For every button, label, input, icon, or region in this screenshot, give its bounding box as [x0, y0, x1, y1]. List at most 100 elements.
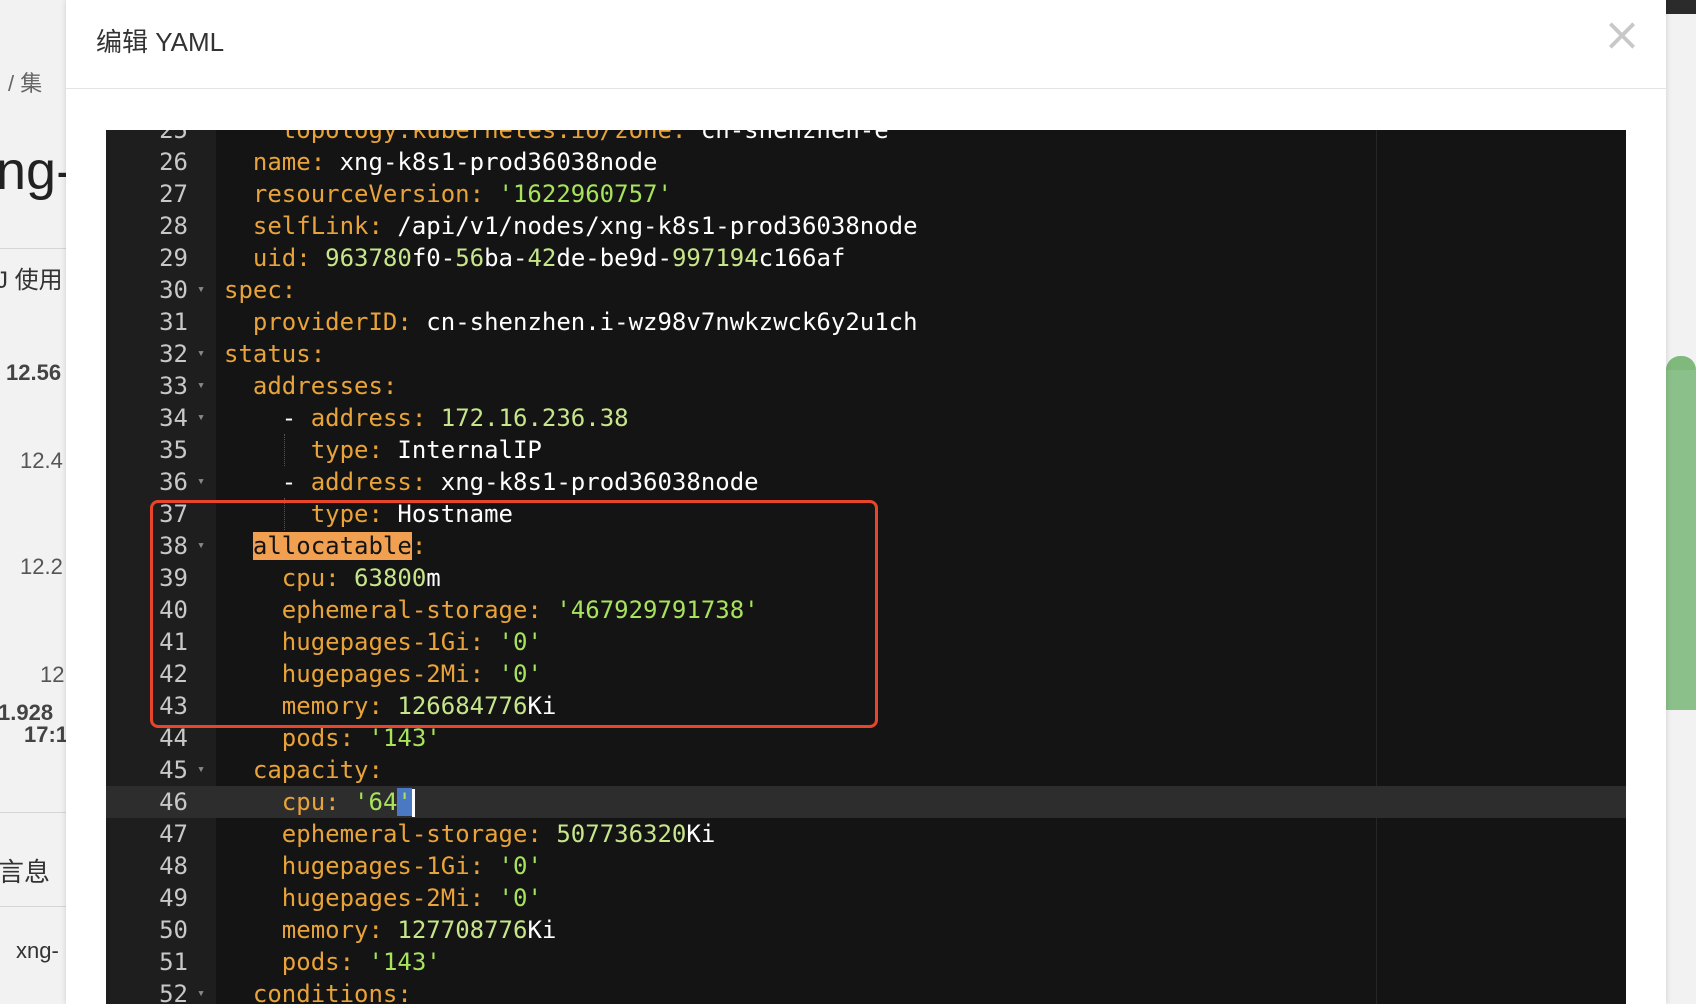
- code-line[interactable]: 30 ▾ spec:: [106, 274, 1626, 306]
- yaml-value: xng-k8s1-prod36038node: [426, 468, 759, 496]
- yaml-value: 56: [455, 244, 485, 272]
- yaml-value: '0': [484, 852, 542, 880]
- fold-toggle-icon[interactable]: ▾: [194, 754, 208, 786]
- code-line[interactable]: 52 ▾ conditions:: [106, 978, 1626, 1004]
- code-line[interactable]: 27 resourceVersion: '1622960757': [106, 178, 1626, 210]
- code-line[interactable]: 29 uid: 963780f0-56ba-42de-be9d-997194c16…: [106, 242, 1626, 274]
- line-number: 47: [159, 820, 188, 848]
- code-text: resourceVersion: '1622960757': [253, 178, 672, 210]
- yaml-value: Ki: [527, 692, 557, 720]
- yaml-value: 42: [527, 244, 557, 272]
- code-text: - address: xng-k8s1-prod36038node: [282, 466, 759, 498]
- code-line[interactable]: 42 hugepages-2Mi: '0': [106, 658, 1626, 690]
- line-number: 38: [159, 532, 188, 560]
- code-lines[interactable]: 25 topology.kubernetes.io/zone: cn-shenzh…: [106, 130, 1626, 1004]
- modal-title: 编辑 YAML: [96, 27, 225, 57]
- line-number: 27: [159, 180, 188, 208]
- code-line[interactable]: 34 ▾ - address: 172.16.236.38: [106, 402, 1626, 434]
- code-text: ephemeral-storage: 507736320Ki: [282, 818, 716, 850]
- yaml-value: Ki: [686, 820, 716, 848]
- line-number: 51: [159, 948, 188, 976]
- yaml-value: 963780: [310, 244, 412, 272]
- line-number: 34: [159, 404, 188, 432]
- code-line[interactable]: 40 ephemeral-storage: '467929791738': [106, 594, 1626, 626]
- line-number: 29: [159, 244, 188, 272]
- chart-tick-label: 12.4: [20, 448, 63, 473]
- line-number: 43: [159, 692, 188, 720]
- yaml-code-editor[interactable]: 25 topology.kubernetes.io/zone: cn-shenzh…: [106, 130, 1626, 1004]
- fold-toggle-icon[interactable]: ▾: [194, 402, 208, 434]
- fold-toggle-icon[interactable]: ▾: [194, 370, 208, 402]
- code-line[interactable]: 41 hugepages-1Gi: '0': [106, 626, 1626, 658]
- code-line[interactable]: 45 ▾ capacity:: [106, 754, 1626, 786]
- code-text: hugepages-1Gi: '0': [282, 626, 542, 658]
- code-text: hugepages-1Gi: '0': [282, 850, 542, 882]
- yaml-value: 126684776: [382, 692, 528, 720]
- yaml-value: '0': [484, 660, 542, 688]
- modal-header: 编辑 YAML ×: [66, 0, 1666, 89]
- code-line[interactable]: 36 ▾ - address: xng-k8s1-prod36038node: [106, 466, 1626, 498]
- line-number: 39: [159, 564, 188, 592]
- code-line[interactable]: 35 type: InternalIP: [106, 434, 1626, 466]
- close-icon[interactable]: ×: [1600, 11, 1644, 57]
- yaml-value: InternalIP: [382, 436, 542, 464]
- code-line[interactable]: 26 name: xng-k8s1-prod36038node: [106, 146, 1626, 178]
- text-caret: [411, 789, 415, 817]
- code-line[interactable]: 31 providerID: cn-shenzhen.i-wz98v7nwkzwc…: [106, 306, 1626, 338]
- code-line[interactable]: 33 ▾ addresses:: [106, 370, 1626, 402]
- code-line[interactable]: 46 cpu: '64': [106, 786, 1626, 818]
- fold-toggle-icon[interactable]: ▾: [194, 466, 208, 498]
- code-text: addresses:: [253, 370, 398, 402]
- line-number: 25: [159, 130, 188, 144]
- line-number: 48: [159, 852, 188, 880]
- divider: [0, 812, 70, 813]
- chart-time-label: 17:1: [24, 722, 69, 747]
- selected-text: ': [397, 788, 412, 816]
- code-line[interactable]: 25 topology.kubernetes.io/zone: cn-shenzh…: [106, 130, 1626, 146]
- yaml-value: '467929791738': [541, 596, 759, 624]
- breadcrumb: / 集: [8, 71, 43, 96]
- code-line[interactable]: 44 pods: '143': [106, 722, 1626, 754]
- divider: [0, 248, 70, 249]
- line-number: 30: [159, 276, 188, 304]
- code-line[interactable]: 39 cpu: 63800m: [106, 562, 1626, 594]
- code-line[interactable]: 28 selfLink: /api/v1/nodes/xng-k8s1-prod3…: [106, 210, 1626, 242]
- code-line[interactable]: 38 ▾ allocatable:: [106, 530, 1626, 562]
- yaml-key: memory:: [281, 692, 383, 720]
- fold-toggle-icon[interactable]: ▾: [194, 274, 208, 306]
- code-line[interactable]: 47 ephemeral-storage: 507736320Ki: [106, 818, 1626, 850]
- code-text: providerID: cn-shenzhen.i-wz98v7nwkzwck6…: [253, 306, 918, 338]
- line-number: 37: [159, 500, 188, 528]
- indent-guide: [283, 434, 286, 466]
- code-text: cpu: '64': [282, 786, 415, 818]
- yaml-key: capacity:: [252, 756, 383, 784]
- yaml-value: -: [281, 404, 311, 432]
- fold-toggle-icon[interactable]: ▾: [194, 530, 208, 562]
- indent-guide: [283, 498, 286, 530]
- code-text: ephemeral-storage: '467929791738': [282, 594, 759, 626]
- node-name-cell: xng-: [16, 938, 59, 963]
- fold-toggle-icon[interactable]: ▾: [194, 978, 208, 1004]
- code-line[interactable]: 32 ▾ status:: [106, 338, 1626, 370]
- code-line[interactable]: 43 memory: 126684776Ki: [106, 690, 1626, 722]
- yaml-value: '0': [484, 884, 542, 912]
- code-line[interactable]: 49 hugepages-2Mi: '0': [106, 882, 1626, 914]
- code-text: cpu: 63800m: [282, 562, 441, 594]
- yaml-key: hugepages-2Mi:: [281, 884, 485, 912]
- code-text: selfLink: /api/v1/nodes/xng-k8s1-prod360…: [253, 210, 918, 242]
- code-line[interactable]: 51 pods: '143': [106, 946, 1626, 978]
- code-text: topology.kubernetes.io/zone: cn-shenzhen…: [282, 130, 889, 146]
- yaml-key: memory:: [281, 916, 383, 944]
- line-number: 35: [159, 436, 188, 464]
- fold-toggle-icon[interactable]: ▾: [194, 338, 208, 370]
- code-line[interactable]: 48 hugepages-1Gi: '0': [106, 850, 1626, 882]
- code-text: memory: 126684776Ki: [282, 690, 557, 722]
- yaml-key: conditions:: [252, 980, 412, 1004]
- code-line[interactable]: 37 type: Hostname: [106, 498, 1626, 530]
- line-number: 40: [159, 596, 188, 624]
- line-number: 46: [106, 786, 188, 818]
- chart-tick-label: 12: [40, 662, 65, 687]
- yaml-key: cpu:: [281, 788, 340, 816]
- code-line[interactable]: 50 memory: 127708776Ki: [106, 914, 1626, 946]
- yaml-value: de-be9d-: [556, 244, 672, 272]
